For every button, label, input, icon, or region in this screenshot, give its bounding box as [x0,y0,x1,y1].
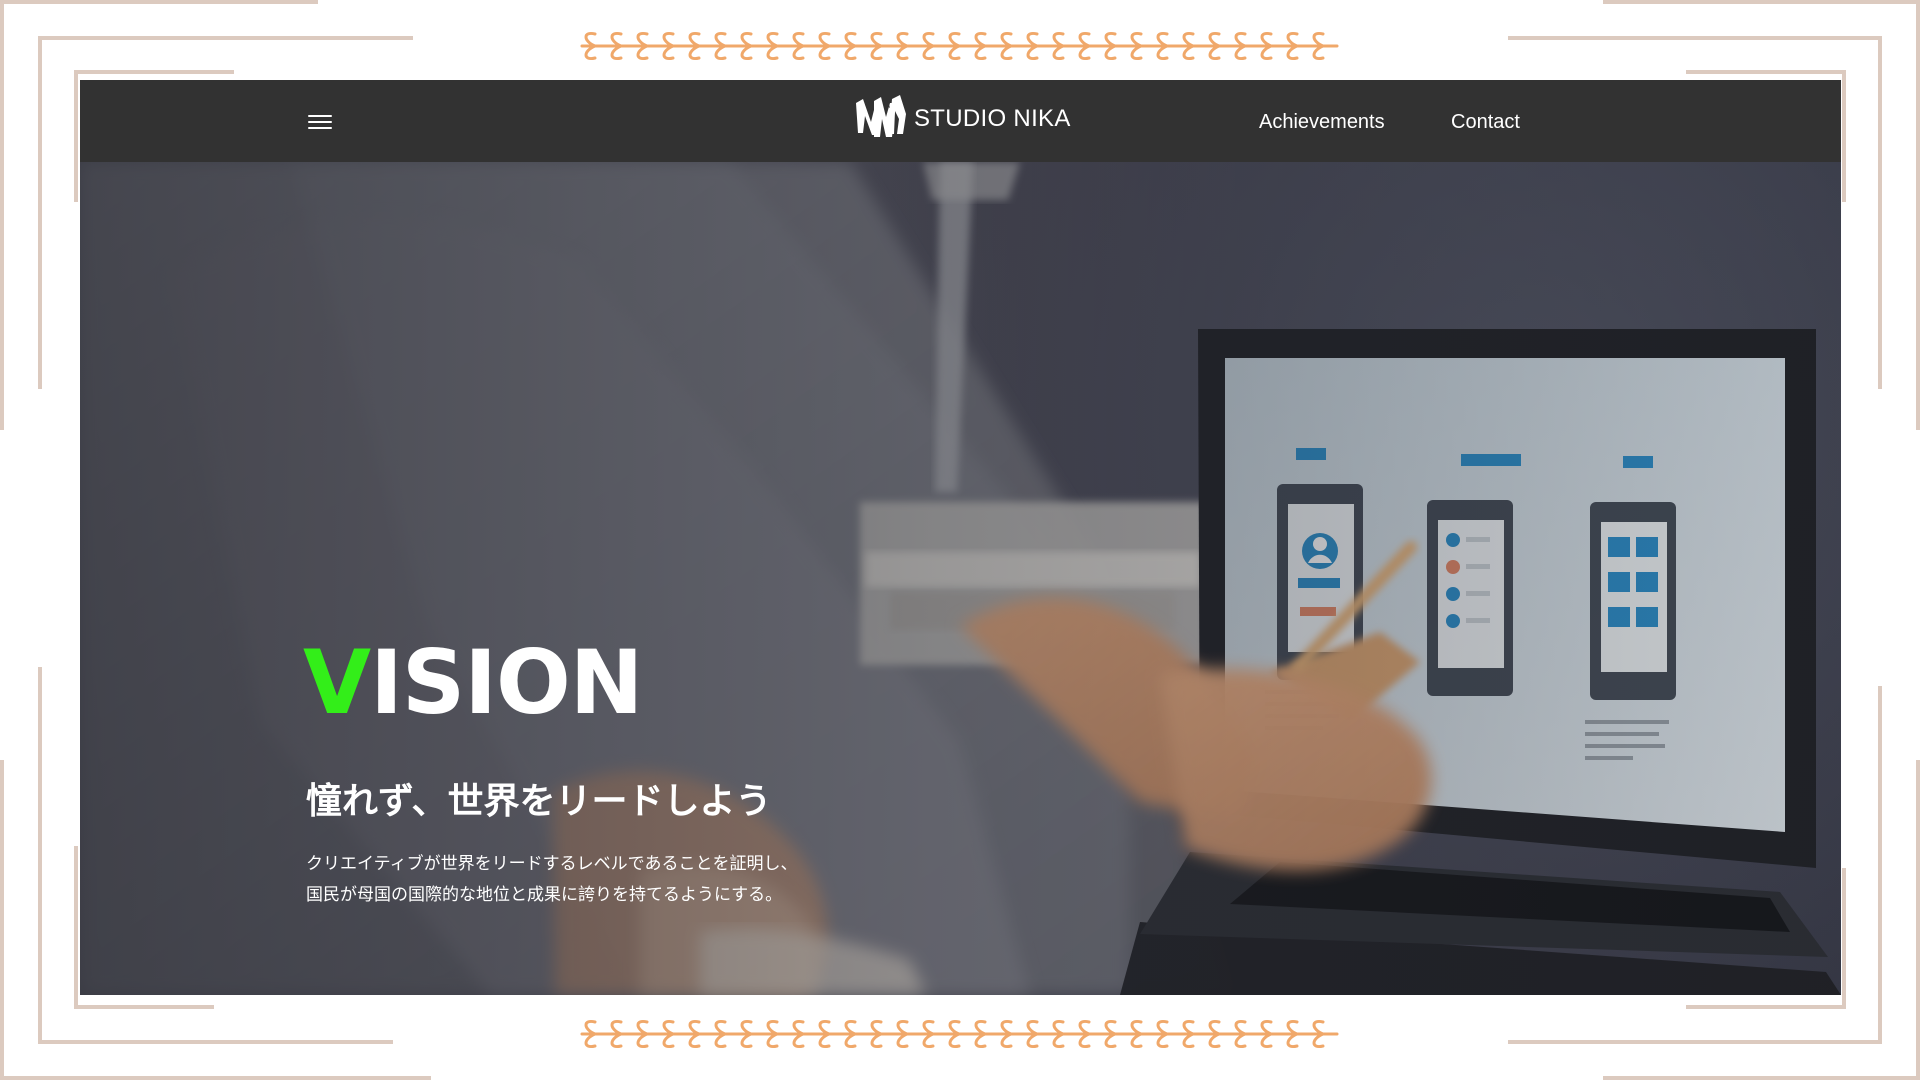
frame-line [74,70,234,74]
frame-line [1686,1005,1846,1009]
frame-line [1916,760,1920,1080]
studio-nika-logo-mark [856,95,906,137]
hero-title: VISION [303,639,643,727]
hero-subtitle: 憧れず、世界をリードしよう [306,781,772,822]
frame-line [0,0,4,430]
frame-line [74,70,78,202]
hero-section: VISION 憧れず、世界をリードしよう クリエイティブが世界をリードするレベル… [80,162,1841,995]
frame-line [1686,70,1846,74]
frame-line [1508,36,1882,40]
frame-line [1878,36,1882,389]
frame-line [38,36,413,40]
frame-line [0,760,4,1080]
website-preview: STUDIO NIKA Achievements Contact VISION … [80,80,1841,995]
site-logo[interactable]: STUDIO NIKA [854,94,1071,142]
menu-line [308,121,332,123]
hero-description: クリエイティブが世界をリードするレベルであることを証明し、 国民が母国の国際的な… [306,849,926,911]
frame-line [1603,1076,1920,1080]
hero-title-rest: ISION [370,631,643,734]
frame-line [1842,70,1846,202]
site-header: STUDIO NIKA Achievements Contact [80,80,1841,162]
frame-line [38,36,42,389]
frame-line [38,1040,393,1044]
page: STUDIO NIKA Achievements Contact VISION … [0,0,1920,1080]
leaf-garland-icon [580,1019,1339,1049]
frame-line [74,1005,214,1009]
frame-line [1878,686,1882,1044]
hamburger-menu-icon[interactable] [304,106,336,138]
leaf-garland-icon [580,31,1339,61]
frame-line [1842,868,1846,1009]
hero-title-accent: V [303,631,371,734]
nav-link-contact[interactable]: Contact [1451,105,1520,139]
frame-line [1508,1040,1882,1044]
frame-line [0,0,318,4]
logo-text: STUDIO NIKA [914,105,1071,132]
frame-line [1603,0,1920,4]
frame-line [74,846,78,1009]
menu-line [308,115,332,117]
menu-line [308,127,332,129]
frame-line [38,667,42,1044]
frame-line [0,1076,431,1080]
nav-link-achievements[interactable]: Achievements [1259,105,1385,139]
hero-description-line: 国民が母国の国際的な地位と成果に誇りを持てるようにする。 [306,885,783,905]
hero-description-line: クリエイティブが世界をリードするレベルであることを証明し、 [306,854,798,874]
frame-line [1916,0,1920,430]
